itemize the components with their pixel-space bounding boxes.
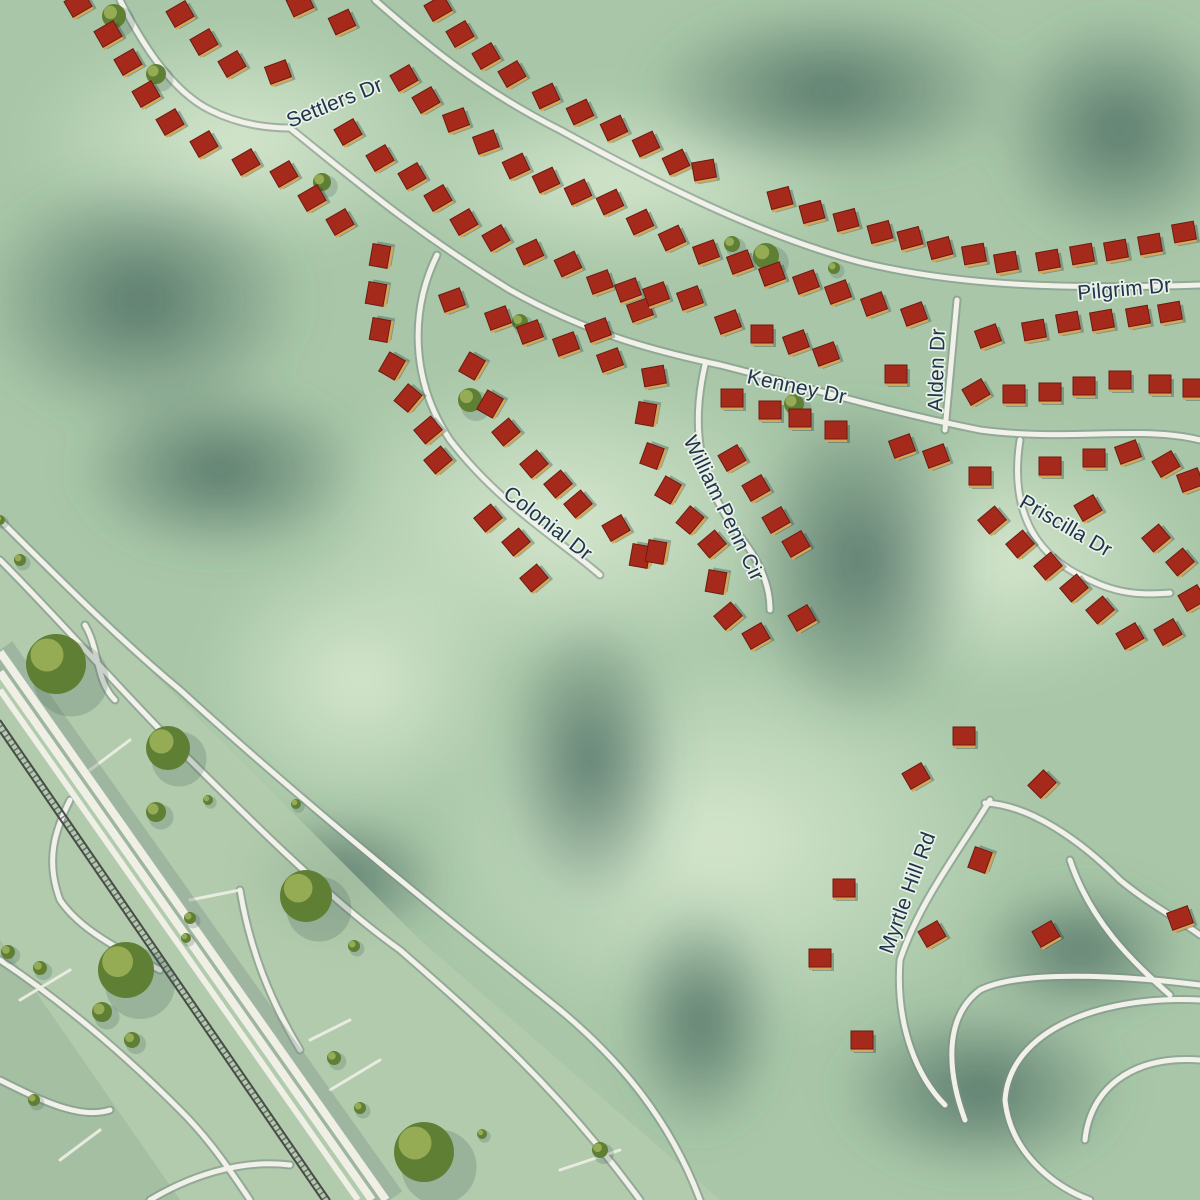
house-building <box>808 948 834 971</box>
house-building <box>644 537 672 565</box>
house-building <box>368 315 396 343</box>
house-building <box>1072 376 1098 399</box>
house-building <box>750 324 776 347</box>
house-building <box>1082 448 1108 471</box>
house-building <box>1038 456 1064 479</box>
house-building <box>788 408 814 431</box>
house-building <box>1002 384 1028 407</box>
house-building <box>634 399 662 427</box>
house-building <box>368 241 396 269</box>
house-building <box>850 1030 876 1053</box>
street-label-alden-dr[interactable]: Alden Dr <box>922 326 951 414</box>
house-building <box>704 567 732 595</box>
house-building <box>968 466 994 489</box>
house-building <box>1182 378 1200 401</box>
house-building <box>1038 382 1064 405</box>
map-viewport[interactable]: Settlers Dr Pilgrim Dr Alden Dr Kenney D… <box>0 0 1200 1200</box>
house-building <box>884 364 910 387</box>
house-building <box>1148 374 1174 397</box>
house-building <box>1108 370 1134 393</box>
house-building <box>824 420 850 443</box>
terrain-map[interactable]: Settlers Dr Pilgrim Dr Alden Dr Kenney D… <box>0 0 1200 1200</box>
house-building <box>952 726 978 749</box>
house-building <box>720 388 746 411</box>
house-building <box>758 400 784 423</box>
house-building <box>832 878 858 901</box>
house-building <box>364 279 392 307</box>
